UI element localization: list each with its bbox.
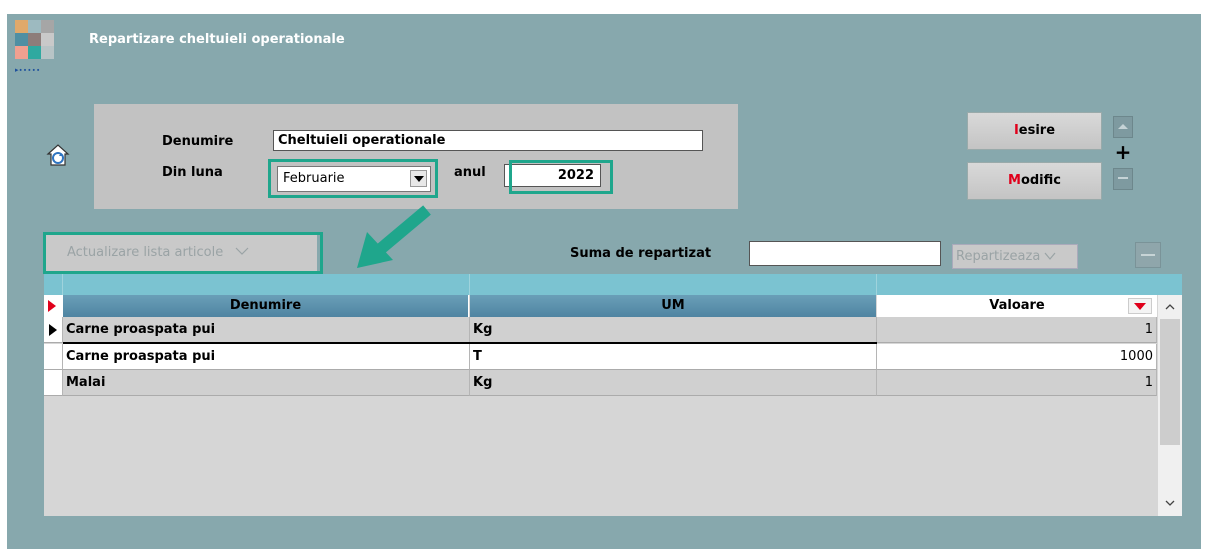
app-logo-icon	[15, 20, 55, 60]
home-refresh-icon[interactable]	[45, 142, 71, 168]
modific-button[interactable]: Modific	[967, 162, 1102, 200]
cell-denumire[interactable]: Carne proaspata pui	[63, 317, 470, 343]
current-row-indicator-icon	[48, 300, 56, 312]
anul-highlight	[509, 160, 613, 194]
scroll-down-button[interactable]	[1113, 168, 1133, 190]
row-indicator-header	[44, 295, 63, 317]
column-header-valoare[interactable]: Valoare	[877, 295, 1157, 317]
luna-label: Din luna	[162, 165, 223, 180]
cell-denumire[interactable]: Malai	[63, 370, 470, 396]
chevron-up-icon	[1118, 124, 1128, 129]
modific-label: odific	[1020, 173, 1061, 188]
chevron-down-icon	[1044, 252, 1056, 260]
column-header-um[interactable]: UM	[470, 295, 876, 317]
luna-highlight	[268, 159, 438, 198]
repartizeaza-button[interactable]: Repartizeaza	[952, 244, 1078, 269]
row-indicator	[44, 344, 63, 370]
grid-group-bar	[44, 274, 1182, 295]
vertical-scrollbar[interactable]	[1158, 295, 1182, 516]
repartizeaza-label: Repartizeaza	[956, 249, 1041, 264]
minus-button[interactable]	[1135, 242, 1161, 268]
modific-hotkey: M	[1008, 173, 1021, 188]
cell-valoare[interactable]: 1	[877, 370, 1157, 396]
scroll-up-button[interactable]	[1113, 116, 1133, 138]
scroll-up-arrow-icon[interactable]	[1158, 297, 1182, 317]
denumire-label: Denumire	[162, 134, 234, 149]
menu-dots-icon[interactable]: ▸∙∙∙∙∙	[15, 66, 55, 74]
denumire-field[interactable]: Cheltuieli operationale	[273, 130, 703, 151]
articles-grid[interactable]: Denumire UM Valoare Carne proaspata pui …	[44, 274, 1182, 516]
table-row[interactable]: Carne proaspata pui Kg 1	[44, 317, 1157, 343]
cell-um[interactable]: Kg	[470, 370, 877, 396]
window-title: Repartizare cheltuieli operationale	[89, 32, 345, 47]
scroll-down-arrow-icon[interactable]	[1158, 493, 1182, 513]
table-row[interactable]: Malai Kg 1	[44, 370, 1157, 396]
scrollbar-thumb[interactable]	[1160, 319, 1180, 445]
actualizare-highlight	[43, 232, 323, 274]
column-header-valoare-label: Valoare	[989, 298, 1045, 313]
table-row[interactable]: Carne proaspata pui T 1000	[44, 344, 1157, 370]
filter-dropdown-icon[interactable]	[1128, 298, 1152, 314]
anul-label: anul	[454, 165, 486, 180]
cell-denumire[interactable]: Carne proaspata pui	[63, 344, 470, 370]
minus-icon	[1141, 254, 1155, 256]
iesire-button[interactable]: Iesire	[967, 112, 1102, 150]
row-indicator	[44, 317, 63, 343]
suma-label: Suma de repartizat	[570, 246, 712, 261]
suma-field[interactable]	[749, 241, 941, 266]
plus-button[interactable]: +	[1113, 142, 1133, 164]
column-header-denumire[interactable]: Denumire	[63, 295, 469, 317]
arrow-annotation-icon	[357, 205, 431, 268]
cell-valoare[interactable]: 1	[877, 317, 1157, 343]
row-indicator	[44, 370, 63, 396]
cell-um[interactable]: Kg	[470, 317, 877, 343]
cell-valoare[interactable]: 1000	[877, 344, 1157, 370]
current-row-pointer-icon	[49, 324, 57, 336]
app-window: ▸∙∙∙∙∙ Repartizare cheltuieli operationa…	[7, 14, 1201, 549]
chevron-down-icon	[1118, 177, 1128, 179]
iesire-label: esire	[1018, 123, 1056, 138]
cell-um[interactable]: T	[470, 344, 877, 370]
